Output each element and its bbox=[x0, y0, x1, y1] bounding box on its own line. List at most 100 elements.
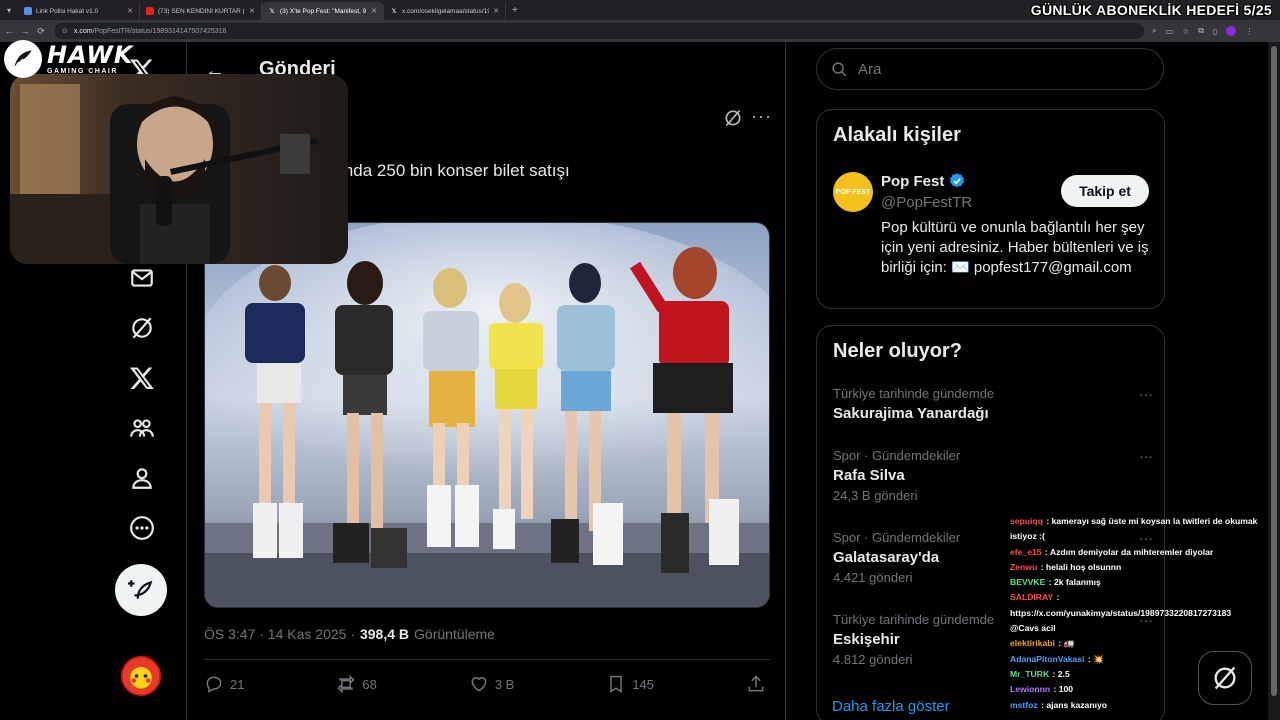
sponsor-logo: HAWK GAMING CHAIR bbox=[4, 38, 132, 80]
repost-icon bbox=[337, 674, 355, 694]
search-input[interactable]: Ara bbox=[816, 48, 1164, 90]
sidebar-icon[interactable]: ▯ bbox=[1213, 27, 1217, 36]
chat-message: Mr_TURK : 2.5 bbox=[1010, 668, 1070, 679]
chat-message: AdanaPitonVakasi : 💥 bbox=[1010, 653, 1104, 664]
related-person-name[interactable]: Pop Fest bbox=[881, 172, 966, 190]
repost-button[interactable]: 68 bbox=[336, 674, 377, 694]
tab-label: (73) SEN KENDİNİ KURTAR | 5% bbox=[158, 7, 245, 15]
trend-item[interactable]: Türkiye tarihinde gündemde Sakurajima Ya… bbox=[833, 386, 1153, 424]
trend-more-icon[interactable]: ··· bbox=[1139, 386, 1153, 402]
chat-message: @Cavs acil bbox=[1010, 621, 1272, 636]
cast-icon[interactable]: ▭ bbox=[1165, 27, 1173, 36]
site-info-icon[interactable]: ⊙ bbox=[62, 27, 68, 35]
chat-text: helali hoş olsunnn bbox=[1045, 561, 1122, 572]
profile-avatar[interactable] bbox=[1226, 26, 1237, 36]
trend-more-icon[interactable]: ··· bbox=[1139, 448, 1153, 464]
close-icon[interactable]: ✕ bbox=[249, 7, 255, 15]
reply-count: 21 bbox=[230, 676, 245, 692]
back-icon[interactable]: ← bbox=[2, 26, 16, 36]
zoom-icon[interactable]: ⌕ bbox=[1152, 26, 1156, 36]
post-view-label: Görüntüleme bbox=[414, 626, 495, 642]
browser-tab-1[interactable]: Link Polisi Hakat v1.0 ✕ bbox=[18, 2, 140, 20]
bookmark-icon bbox=[610, 675, 623, 693]
tab-label: x.com/osekilgelamaa/status/19 bbox=[402, 7, 490, 15]
tab-label: (3) X'te Pop Fest: "Manifest, 9 y bbox=[280, 7, 368, 15]
feather-plus-icon bbox=[128, 580, 153, 599]
trend-context: Spor · Gündemdekiler bbox=[833, 448, 961, 463]
premium-x-icon[interactable] bbox=[114, 356, 170, 400]
chat-message: https://x.com/yunakimya/status/198973322… bbox=[1010, 606, 1272, 621]
chat-message: elektirikabi : 🚛 bbox=[1010, 638, 1075, 649]
chat-username: Zenwu bbox=[1010, 561, 1038, 572]
grok-icon[interactable] bbox=[114, 306, 170, 350]
new-tab-icon[interactable]: + bbox=[512, 5, 518, 16]
post-metadata: ÖS 3:47 · 14 Kas 2025 · 398,4 B Görüntül… bbox=[204, 626, 495, 642]
chat-message: sepuiqq : kamerayı sağ üste mi koysan la… bbox=[1010, 516, 1258, 542]
bookmark-button[interactable]: 145 bbox=[606, 674, 654, 694]
chat-message: Zenwu : helali hoş olsunnn bbox=[1010, 561, 1122, 572]
tab-label: Link Polisi Hakat v1.0 bbox=[36, 7, 99, 15]
trend-item[interactable]: Spor · Gündemdekiler Rafa Silva 24,3 B g… bbox=[833, 448, 1153, 504]
bookmark-count: 145 bbox=[632, 676, 655, 692]
related-person-name-text: Pop Fest bbox=[881, 172, 945, 190]
chat-username: Lewionnn bbox=[1010, 684, 1051, 695]
like-button[interactable]: 3 B bbox=[469, 674, 514, 694]
forward-icon[interactable]: → bbox=[18, 26, 32, 36]
webcam-overlay bbox=[10, 74, 348, 264]
url-input[interactable]: ⊙ x.com/PopFestTR/status/198931414750742… bbox=[54, 23, 1144, 39]
browser-tab-2[interactable]: (73) SEN KENDİNİ KURTAR | 5% ✕ bbox=[140, 2, 262, 20]
chat-message: SALDIRAY : bbox=[1010, 592, 1060, 603]
chat-text: @Cavs acil bbox=[1010, 623, 1056, 634]
bookmark-star-icon[interactable]: ☆ bbox=[1182, 27, 1189, 36]
grok-explain-icon[interactable] bbox=[723, 108, 743, 128]
chat-message: mstfoz : ajans kazanıyo bbox=[1010, 699, 1108, 710]
follow-button[interactable]: Takip et bbox=[1061, 175, 1149, 207]
reload-icon[interactable]: ⟳ bbox=[34, 26, 48, 37]
close-icon[interactable]: ✕ bbox=[127, 7, 133, 15]
more-options-icon[interactable] bbox=[114, 506, 170, 550]
post-image[interactable] bbox=[204, 222, 770, 608]
subscriber-goal-overlay: GÜNLÜK ABONEKLİK HEDEFİ 5/25 bbox=[1030, 2, 1272, 18]
trend-context: Türkiye tarihinde gündemde bbox=[833, 386, 995, 401]
related-people-card: Alakalı kişiler POP FEST Pop Fest @PopFe… bbox=[816, 109, 1165, 309]
close-icon[interactable]: ✕ bbox=[493, 7, 499, 15]
chat-username: BEVVKE bbox=[1010, 577, 1046, 588]
chat-text: https://x.com/yunakimya/status/198973322… bbox=[1010, 607, 1232, 618]
post-more-icon[interactable]: ··· bbox=[751, 106, 772, 127]
trend-name: Sakurajima Yanardağı bbox=[833, 405, 989, 422]
url-domain: x.com bbox=[73, 27, 93, 35]
search-icon bbox=[832, 61, 847, 76]
heart-icon bbox=[471, 677, 487, 692]
popfest-avatar[interactable]: POP FEST bbox=[833, 172, 873, 212]
search-placeholder: Ara bbox=[858, 60, 882, 78]
youtube-icon bbox=[146, 7, 154, 15]
close-icon[interactable]: ✕ bbox=[371, 7, 377, 15]
post-timestamp[interactable]: ÖS 3:47 · 14 Kas 2025 · bbox=[204, 626, 355, 642]
reply-button[interactable]: 21 bbox=[204, 674, 244, 694]
show-more-link[interactable]: Daha fazla göster bbox=[832, 698, 950, 715]
shield-icon bbox=[24, 7, 32, 15]
tab-search-icon[interactable]: ▾ bbox=[0, 0, 18, 20]
hawk-feather-icon bbox=[4, 40, 42, 78]
chat-text: 🚛 bbox=[1063, 638, 1075, 649]
chat-message: Lewionnn : 100 bbox=[1010, 684, 1074, 695]
compose-post-button[interactable] bbox=[115, 564, 167, 616]
account-avatar[interactable] bbox=[121, 656, 161, 696]
share-button[interactable] bbox=[746, 674, 766, 694]
trend-count: 24,3 B gönderi bbox=[833, 488, 918, 503]
chat-text: 100 bbox=[1058, 684, 1074, 695]
browser-tab-3[interactable]: 𝕏 (3) X'te Pop Fest: "Manifest, 9 y ✕ bbox=[262, 2, 384, 20]
menu-icon[interactable]: ⋮ bbox=[1245, 27, 1253, 36]
browser-tab-4[interactable]: 𝕏 x.com/osekilgelamaa/status/19 ✕ bbox=[384, 2, 506, 20]
related-person-handle: @PopFestTR bbox=[881, 194, 973, 211]
browser-toolbar: ⌕ ▭ ☆ ⧉ ▯ ⋮ bbox=[1152, 26, 1253, 36]
chat-text: 💥 bbox=[1093, 653, 1104, 664]
repost-count: 68 bbox=[362, 676, 377, 692]
extensions-icon[interactable]: ⧉ bbox=[1198, 26, 1204, 36]
communities-icon[interactable] bbox=[114, 406, 170, 450]
profile-icon[interactable] bbox=[114, 456, 170, 500]
sponsor-text: HAWK GAMING CHAIR bbox=[47, 43, 133, 76]
chat-username: sepuiqq bbox=[1010, 516, 1043, 526]
address-bar: ← → ⟳ ⊙ x.com/PopFestTR/status/198931414… bbox=[0, 20, 1280, 42]
chat-text: Azdım demiyolar da mihteremler diyolar bbox=[1049, 546, 1214, 557]
